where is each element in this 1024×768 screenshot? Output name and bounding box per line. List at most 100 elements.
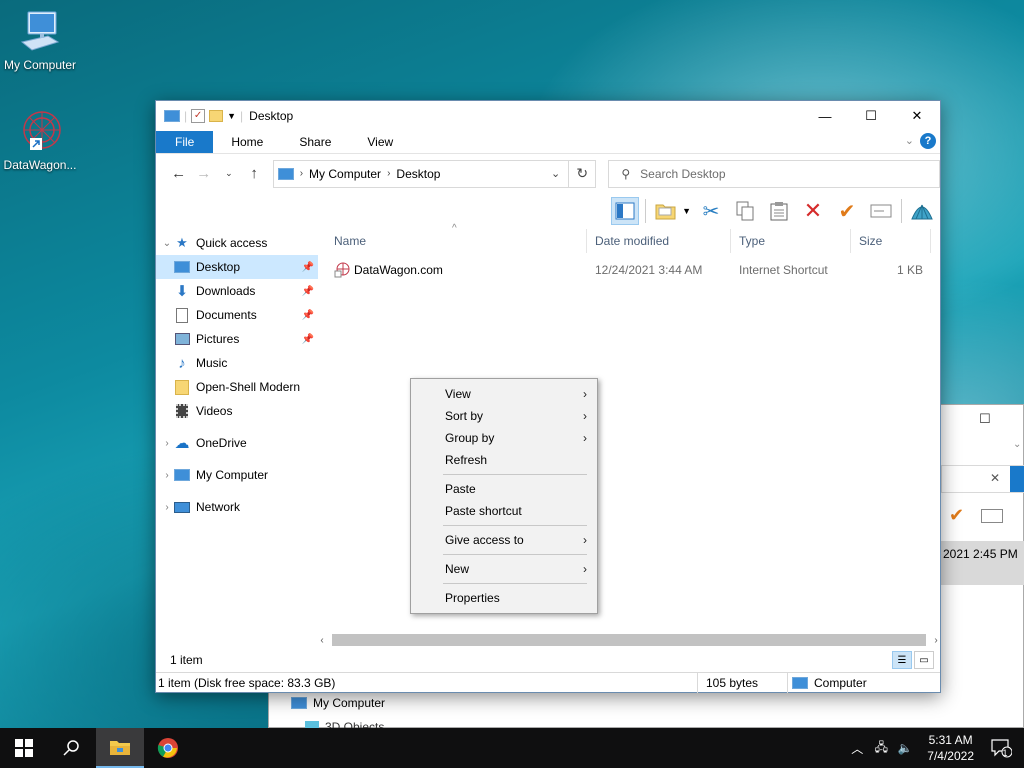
details-view-button[interactable]: ☰	[892, 651, 912, 669]
menu-item-refresh[interactable]: Refresh	[411, 449, 597, 471]
sidebar-item-videos[interactable]: Videos	[156, 399, 318, 423]
search-field-partial[interactable]: ✕	[941, 465, 1024, 493]
nav-item-my-computer[interactable]: My Computer	[269, 691, 419, 715]
title-bar[interactable]: | ✓ ▼ | Desktop — ☐ ✕	[156, 101, 940, 131]
menu-item-properties[interactable]: Properties	[411, 587, 597, 609]
rename-icon[interactable]	[981, 509, 1003, 523]
window-app-icon[interactable]	[164, 110, 180, 122]
tab-home[interactable]: Home	[213, 131, 281, 153]
chevron-down-icon[interactable]: ⌄	[1013, 439, 1021, 450]
menu-label: View	[445, 387, 471, 401]
new-folder-icon[interactable]	[209, 110, 224, 122]
volume-icon[interactable]: 🔈	[893, 741, 917, 755]
scroll-right-icon[interactable]: ›	[930, 635, 942, 646]
chrome-taskbar-button[interactable]	[144, 728, 192, 768]
cut-button[interactable]: ✂	[697, 197, 725, 225]
expand-chevron-icon[interactable]: ›	[160, 438, 174, 449]
pin-icon[interactable]: 📌	[302, 262, 314, 273]
sidebar-item-documents[interactable]: Documents 📌	[156, 303, 318, 327]
address-dropdown-icon[interactable]: ⌄	[551, 167, 560, 180]
up-arrow-icon[interactable]: ↑	[242, 165, 267, 182]
search-button[interactable]	[48, 728, 96, 768]
delete-button[interactable]: ✕	[799, 197, 827, 225]
copy-button[interactable]	[731, 197, 759, 225]
nav-quick-access[interactable]: ⌄ ★ Quick access	[156, 231, 318, 255]
sidebar-item-downloads[interactable]: ⬇ Downloads 📌	[156, 279, 318, 303]
start-button[interactable]	[0, 728, 48, 768]
clear-icon[interactable]: ✕	[990, 471, 1000, 485]
sidebar-item-music[interactable]: ♪ Music	[156, 351, 318, 375]
menu-item-sort-by[interactable]: Sort by ›	[411, 405, 597, 427]
table-row[interactable]: DataWagon.com 12/24/2021 3:44 AM Interne…	[326, 259, 940, 281]
expand-chevron-icon[interactable]: ›	[160, 502, 174, 513]
file-explorer-taskbar-button[interactable]	[96, 728, 144, 768]
select-button[interactable]: ✔	[833, 197, 861, 225]
context-menu: View › Sort by › Group by › Refresh Paste P…	[410, 378, 598, 614]
quick-access-toolbar: | ✓ ▼ |	[164, 109, 243, 123]
search-go-button[interactable]	[1010, 466, 1024, 492]
properties-button[interactable]	[908, 197, 936, 225]
horizontal-scrollbar[interactable]: ‹ ›	[316, 633, 942, 647]
navigation-pane-button[interactable]	[611, 197, 640, 225]
notification-center-button[interactable]: 1	[984, 738, 1024, 758]
rename-button[interactable]	[867, 197, 895, 225]
address-bar[interactable]: › My Computer › Desktop ⌄	[272, 159, 570, 188]
menu-item-give-access-to[interactable]: Give access to ›	[411, 529, 597, 551]
computer-icon	[792, 676, 808, 689]
nav-onedrive[interactable]: › ☁ OneDrive	[156, 431, 318, 455]
paste-button[interactable]	[765, 197, 793, 225]
desktop-icon-datawagon[interactable]: DataWagon...	[0, 108, 80, 172]
breadcrumb-desktop[interactable]: Desktop	[396, 167, 440, 181]
scrollbar-thumb[interactable]	[332, 634, 926, 646]
breadcrumb-separator[interactable]: ›	[387, 168, 390, 179]
maximize-icon[interactable]: ☐	[979, 411, 991, 427]
menu-item-new[interactable]: New ›	[411, 558, 597, 580]
expand-ribbon-icon[interactable]: ⌄	[905, 134, 914, 147]
clock[interactable]: 5:31 AM 7/4/2022	[917, 732, 984, 764]
tab-share[interactable]: Share	[281, 131, 349, 153]
properties-check-icon[interactable]: ✓	[191, 109, 206, 123]
refresh-button[interactable]: ↻	[569, 159, 597, 188]
menu-item-group-by[interactable]: Group by ›	[411, 427, 597, 449]
dropdown-arrow-icon[interactable]: ▼	[682, 206, 691, 216]
close-button[interactable]: ✕	[894, 101, 940, 131]
column-header-type[interactable]: Type	[731, 229, 851, 253]
new-folder-button[interactable]	[652, 197, 680, 225]
nav-my-computer[interactable]: › My Computer	[156, 463, 318, 487]
menu-label: Sort by	[445, 409, 484, 423]
help-button[interactable]: ?	[920, 133, 936, 149]
menu-item-paste[interactable]: Paste	[411, 478, 597, 500]
scroll-left-icon[interactable]: ‹	[316, 635, 328, 646]
menu-item-paste-shortcut[interactable]: Paste shortcut	[411, 500, 597, 522]
forward-arrow-icon[interactable]: →	[191, 165, 216, 182]
pin-icon[interactable]: 📌	[302, 286, 314, 297]
search-input[interactable]: ⚲ Search Desktop	[608, 159, 940, 188]
sidebar-item-open-shell-modern[interactable]: Open-Shell Modern	[156, 375, 318, 399]
breadcrumb-separator[interactable]: ›	[300, 168, 303, 179]
menu-item-view[interactable]: View ›	[411, 383, 597, 405]
nav-network[interactable]: › Network	[156, 495, 318, 519]
customize-dropdown-icon[interactable]: ▼	[227, 111, 236, 121]
expand-chevron-icon[interactable]: ›	[160, 470, 174, 481]
tab-file[interactable]: File	[156, 131, 214, 153]
pin-icon[interactable]: 📌	[302, 334, 314, 345]
sidebar-item-pictures[interactable]: Pictures 📌	[156, 327, 318, 351]
music-note-icon: ♪	[178, 354, 186, 372]
column-header-size[interactable]: Size	[851, 229, 931, 253]
show-hidden-icons-chevron-icon[interactable]: ︿	[845, 740, 869, 757]
recent-locations-chevron-icon[interactable]: ⌄	[216, 168, 241, 179]
selected-row-partial[interactable]: 2021 2:45 PM	[941, 541, 1024, 585]
checkmark-icon[interactable]: ✔	[949, 505, 964, 526]
pin-icon[interactable]: 📌	[302, 310, 314, 321]
large-icons-view-button[interactable]: ▭	[914, 651, 934, 669]
network-status-icon[interactable]: 🖧	[869, 738, 893, 759]
breadcrumb-my-computer[interactable]: My Computer	[309, 167, 381, 181]
sidebar-item-desktop[interactable]: Desktop 📌	[156, 255, 318, 279]
tab-view[interactable]: View	[349, 131, 411, 153]
back-arrow-icon[interactable]: ←	[166, 165, 191, 182]
column-header-date[interactable]: Date modified	[587, 229, 731, 253]
maximize-button[interactable]: ☐	[848, 101, 894, 131]
minimize-button[interactable]: —	[802, 101, 848, 131]
collapse-chevron-icon[interactable]: ⌄	[160, 238, 174, 249]
desktop-icon-my-computer[interactable]: My Computer	[0, 8, 80, 72]
